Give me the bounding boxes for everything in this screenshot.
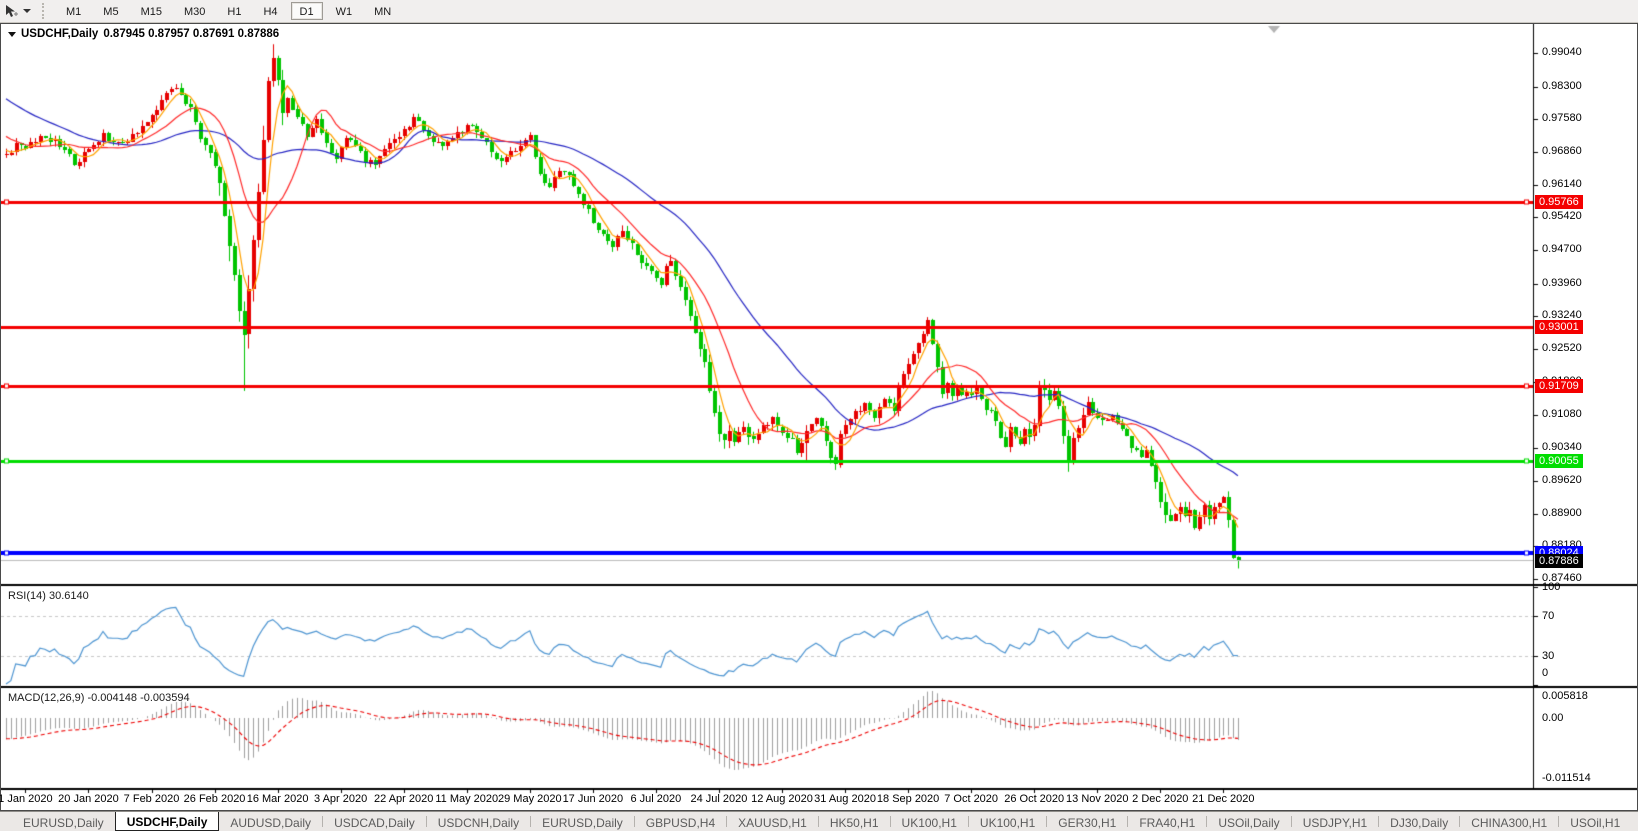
price-tick-label: 0.88900 <box>1542 506 1582 519</box>
timeframe-button-d1[interactable]: D1 <box>290 2 323 20</box>
cursor-tool-icon <box>4 4 19 19</box>
macd-indicator-label: MACD(12,26,9) -0.004148 -0.003594 <box>8 692 190 704</box>
date-tick-label[interactable]: 16 Mar 2020 <box>247 793 309 805</box>
price-line-label: 0.93001 <box>1535 320 1583 335</box>
macd-tick-label: -0.011514 <box>1542 772 1591 784</box>
timeframe-button-mn[interactable]: MN <box>365 2 400 20</box>
macd-tick-label: 0.00 <box>1542 712 1564 724</box>
price-line-label: 0.91709 <box>1535 378 1583 393</box>
tab-bar-spacer <box>0 812 12 831</box>
date-tick-label[interactable]: 31 Aug 2020 <box>814 793 876 805</box>
price-line-label: 0.90055 <box>1535 454 1583 469</box>
date-tick-label[interactable]: 1 Jan 2020 <box>0 793 53 805</box>
timeframe-button-m5[interactable]: M5 <box>94 2 127 20</box>
timeframe-button-m15[interactable]: M15 <box>132 2 171 20</box>
date-tick-label[interactable]: 6 Jul 2020 <box>631 793 682 805</box>
tab-usdcad-daily[interactable]: USDCAD,Daily <box>323 812 426 831</box>
date-tick-label[interactable]: 26 Feb 2020 <box>184 793 246 805</box>
date-tick-label[interactable]: 18 Sep 2020 <box>877 793 939 805</box>
timeframe-button-h4[interactable]: H4 <box>254 2 286 20</box>
tab-eurusd-daily[interactable]: EURUSD,Daily <box>12 812 115 831</box>
date-tick-label[interactable]: 2 Dec 2020 <box>1132 793 1188 805</box>
tab-china300-h1[interactable]: CHINA300,H1 <box>1460 812 1558 831</box>
price-tick-label: 0.92520 <box>1542 342 1582 355</box>
date-tick-label[interactable]: 7 Feb 2020 <box>124 793 180 805</box>
chart-tab-bar: EURUSD,Daily USDCHF,Daily AUDUSD,Daily USDC… <box>0 811 1638 831</box>
chart-title: USDCHF,Daily 0.87945 0.87957 0.87691 0.8… <box>8 28 279 40</box>
rsi-tick-label: 30 <box>1542 649 1555 662</box>
price-tick-label: 0.91080 <box>1542 407 1582 420</box>
date-tick-label[interactable]: 22 Apr 2020 <box>374 793 433 805</box>
chart-window: USDCHF,Daily 0.87945 0.87957 0.87691 0.8… <box>0 23 1638 811</box>
price-tick-label: 0.99040 <box>1542 46 1582 58</box>
chart-ohlc-values: 0.87945 0.87957 0.87691 0.87886 <box>103 28 280 40</box>
tab-gbpusd-h4[interactable]: GBPUSD,H4 <box>635 812 726 831</box>
timeframe-button-m1[interactable]: M1 <box>57 2 90 20</box>
price-tick-label: 0.89620 <box>1542 473 1582 486</box>
tab-usdjpy-h1[interactable]: USDJPY,H1 <box>1292 812 1378 831</box>
tab-eurusd-daily[interactable]: EURUSD,Daily <box>531 812 634 831</box>
date-tick-label[interactable]: 24 Jul 2020 <box>690 793 747 805</box>
rsi-indicator-label: RSI(14) 30.6140 <box>8 590 89 602</box>
price-chart-canvas[interactable] <box>1 24 1637 810</box>
date-tick-label[interactable]: 20 Jan 2020 <box>58 793 119 805</box>
tab-usdchf-daily[interactable]: USDCHF,Daily <box>114 812 220 831</box>
timeframe-button-w1[interactable]: W1 <box>327 2 362 20</box>
tab-hk50-h1[interactable]: HK50,H1 <box>819 812 890 831</box>
current-price-label: 0.87886 <box>1535 553 1583 568</box>
price-tick-label: 0.96860 <box>1542 145 1582 157</box>
chevron-down-icon <box>23 9 31 13</box>
price-tick-label: 0.96140 <box>1542 177 1582 190</box>
macd-tick-label: 0.005818 <box>1542 690 1588 702</box>
price-tick-label: 0.98300 <box>1542 79 1582 92</box>
tab-usoil-daily[interactable]: USOil,Daily <box>1207 812 1290 831</box>
tab-fra40-h1[interactable]: FRA40,H1 <box>1128 812 1206 831</box>
timeframe-button-m30[interactable]: M30 <box>175 2 214 20</box>
date-tick-label[interactable]: 26 Oct 2020 <box>1004 793 1064 805</box>
tab-audusd-daily[interactable]: AUDUSD,Daily <box>219 812 322 831</box>
date-tick-label[interactable]: 12 Aug 2020 <box>751 793 813 805</box>
price-tick-label: 0.95420 <box>1542 210 1582 223</box>
date-tick-label[interactable]: 13 Nov 2020 <box>1066 793 1128 805</box>
date-tick-label[interactable]: 17 Jun 2020 <box>563 793 624 805</box>
date-tick-label[interactable]: 21 Dec 2020 <box>1192 793 1254 805</box>
tab-dj30-daily[interactable]: DJ30,Daily <box>1379 812 1459 831</box>
tab-uk100-h1[interactable]: UK100,H1 <box>891 812 968 831</box>
price-tick-label: 0.93960 <box>1542 276 1582 289</box>
tab-usoil-h1[interactable]: USOil,H1 <box>1559 812 1631 831</box>
timeframe-button-h1[interactable]: H1 <box>218 2 250 20</box>
trading-app-window: M1 M5 M15 M30 H1 H4 D1 W1 MN USDCHF,Daily 0.8794… <box>0 0 1638 831</box>
cursor-tool-button[interactable] <box>0 1 36 21</box>
date-tick-label[interactable]: 11 May 2020 <box>435 793 498 805</box>
tab-xauusd-h1[interactable]: XAUUSD,H1 <box>727 812 818 831</box>
timeframe-toolbar: M1 M5 M15 M30 H1 H4 D1 W1 MN <box>0 0 1638 23</box>
date-tick-label[interactable]: 3 Apr 2020 <box>314 793 367 805</box>
price-tick-label: 0.94700 <box>1542 243 1582 256</box>
date-tick-label[interactable]: 29 May 2020 <box>498 793 562 805</box>
chart-title-collapse-icon[interactable] <box>8 31 16 37</box>
toolbar-grip <box>42 3 47 19</box>
tab-ger30-h1[interactable]: GER30,H1 <box>1047 812 1127 831</box>
price-line-label: 0.95766 <box>1535 194 1583 209</box>
price-tick-label: 0.97580 <box>1542 112 1582 125</box>
date-tick-label[interactable]: 7 Oct 2020 <box>944 793 998 805</box>
tab-uk100-h1[interactable]: UK100,H1 <box>969 812 1046 831</box>
chart-symbol-label: USDCHF,Daily <box>21 28 99 40</box>
rsi-tick-label: 100 <box>1542 581 1561 593</box>
tab-usdcnh-daily[interactable]: USDCNH,Daily <box>427 812 530 831</box>
rsi-tick-label: 70 <box>1542 610 1555 623</box>
rsi-tick-label: 0 <box>1542 667 1549 679</box>
price-tick-label: 0.90340 <box>1542 441 1582 454</box>
